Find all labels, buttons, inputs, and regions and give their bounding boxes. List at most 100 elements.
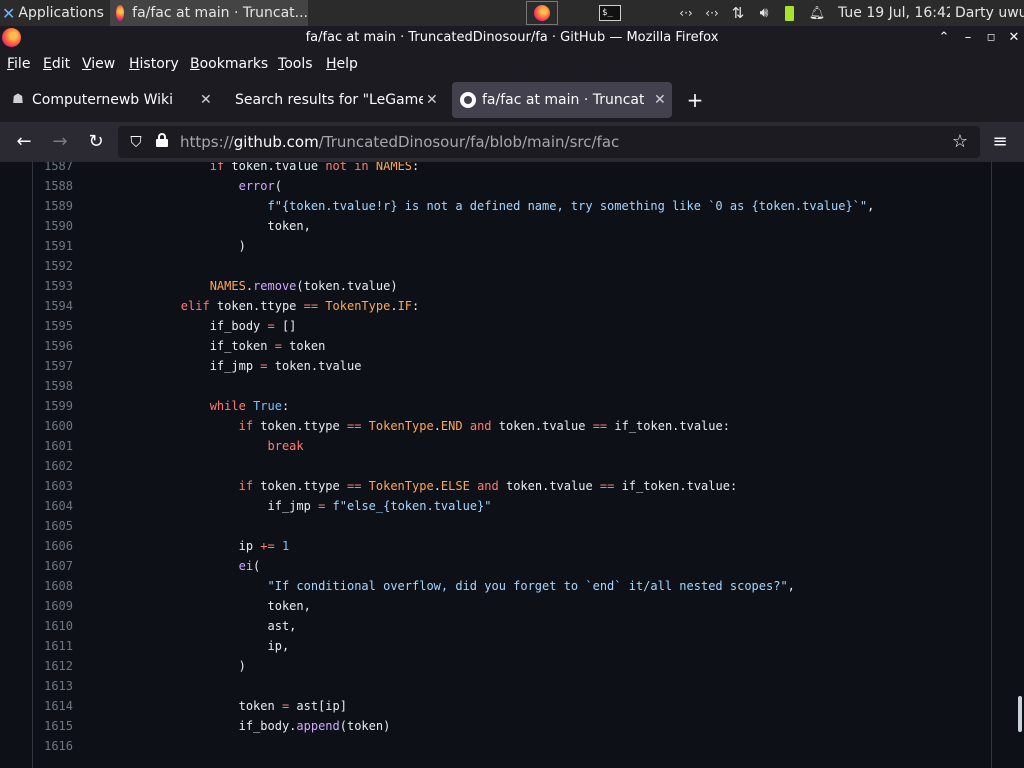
code-token: ast,	[123, 619, 297, 633]
wiki-icon: ☗	[12, 92, 24, 107]
line-number[interactable]: 1611	[33, 636, 73, 656]
user-menu[interactable]: Darty uwu	[955, 0, 1024, 26]
back-arrow-icon[interactable]: ←	[12, 130, 36, 154]
line-number[interactable]: 1593	[33, 276, 73, 296]
line-number[interactable]: 1596	[33, 336, 73, 356]
tab-close-icon[interactable]: ✕	[654, 82, 666, 118]
maximize-button[interactable]: ◻	[980, 26, 1002, 50]
line-number[interactable]: 1601	[33, 436, 73, 456]
code-token: and	[469, 419, 492, 433]
forward-arrow-icon[interactable]: →	[48, 130, 72, 154]
applications-menu[interactable]: ✕ Applications	[2, 0, 108, 26]
line-number[interactable]: 1588	[33, 176, 73, 196]
menu-tools[interactable]: Tools	[278, 50, 313, 78]
line-number[interactable]: 1606	[33, 536, 73, 556]
network-icon-2[interactable]: ‹·›	[702, 0, 722, 26]
line-number[interactable]: 1603	[33, 476, 73, 496]
new-tab-button[interactable]: +	[684, 88, 706, 112]
tab-close-icon[interactable]: ✕	[426, 82, 438, 118]
menu-file[interactable]: File	[7, 50, 30, 78]
workspace-firefox[interactable]	[526, 1, 558, 25]
line-number[interactable]: 1600	[33, 416, 73, 436]
tab-computernewb-wiki[interactable]: ☗ Computernewb Wiki ✕	[2, 82, 224, 118]
line-number[interactable]: 1589	[33, 196, 73, 216]
taskbar-window-title: fa/fac at main · Truncat...	[132, 5, 308, 21]
menu-help[interactable]: Help	[326, 50, 358, 78]
tab-close-icon[interactable]: ✕	[200, 82, 212, 118]
minimize-button[interactable]: –	[957, 26, 979, 50]
hamburger-menu-icon[interactable]: ≡	[988, 130, 1012, 154]
code-text: f"{token.tvalue!r} is not a defined name…	[123, 196, 875, 216]
line-number[interactable]: 1614	[33, 696, 73, 716]
window-collapse-button[interactable]: ⌃	[933, 26, 955, 50]
line-number[interactable]: 1591	[33, 236, 73, 256]
code-token: not in	[325, 162, 369, 173]
code-text: )	[123, 656, 246, 676]
line-number[interactable]: 1615	[33, 716, 73, 736]
line-number[interactable]: 1598	[33, 376, 73, 396]
url-host: github.com	[233, 133, 319, 151]
line-number[interactable]: 1610	[33, 616, 73, 636]
line-number[interactable]: 1607	[33, 556, 73, 576]
line-number[interactable]: 1592	[33, 256, 73, 276]
code-token: elif	[180, 299, 210, 313]
menu-history[interactable]: History	[129, 50, 179, 78]
notification-bell-icon[interactable]: 🔔︎	[808, 0, 826, 26]
line-number[interactable]: 1595	[33, 316, 73, 336]
code-token: TokenType	[325, 299, 391, 313]
line-number[interactable]: 1604	[33, 496, 73, 516]
menu-edit[interactable]: Edit	[43, 50, 70, 78]
menu-view[interactable]: View	[82, 50, 115, 78]
volume-icon[interactable]: 🔊︎	[754, 0, 774, 26]
taskbar-firefox-window[interactable]: fa/fac at main · Truncat...	[110, 0, 308, 26]
code-token: token.tvalue	[498, 479, 600, 493]
code-line: 1595 if_body = []	[33, 316, 991, 336]
url-path: /TruncatedDinosour/fa/blob/main/src/fac	[318, 133, 620, 151]
line-number[interactable]: 1599	[33, 396, 73, 416]
battery-icon[interactable]	[782, 0, 796, 26]
network-icon[interactable]: ‹·›	[676, 0, 696, 26]
line-number[interactable]: 1613	[33, 676, 73, 696]
code-token: ,	[787, 579, 795, 593]
workspace-terminal[interactable]: $_	[594, 0, 626, 26]
code-token: token.ttype	[253, 479, 347, 493]
code-token: if_body.	[123, 719, 297, 733]
clock[interactable]: Tue 19 Jul, 16:42	[838, 0, 950, 26]
line-number[interactable]: 1608	[33, 576, 73, 596]
code-token: and	[477, 479, 499, 493]
line-number[interactable]: 1612	[33, 656, 73, 676]
lock-icon[interactable]	[150, 130, 174, 154]
line-number[interactable]: 1616	[33, 736, 73, 756]
url-text[interactable]: https://github.com/TruncatedDinosour/fa/…	[180, 126, 619, 158]
bookmark-star-icon[interactable]: ☆	[948, 130, 972, 154]
line-number[interactable]: 1605	[33, 516, 73, 536]
menu-bookmarks[interactable]: Bookmarks	[190, 50, 268, 78]
close-button[interactable]: ✕	[1003, 26, 1024, 50]
code-token: (token.tvalue)	[296, 279, 398, 293]
line-number[interactable]: 1590	[33, 216, 73, 236]
reload-icon[interactable]: ↻	[84, 130, 108, 154]
line-number[interactable]: 1594	[33, 296, 73, 316]
code-token: .	[390, 299, 398, 313]
code-token: (token)	[339, 719, 391, 733]
tab-search-results[interactable]: Search results for "LeGamer ✕	[226, 82, 448, 118]
tab-github-fac[interactable]: fa/fac at main · Truncate ✕	[452, 82, 672, 118]
line-number[interactable]: 1587	[33, 162, 73, 176]
menu-bar: File Edit View History Bookmarks Tools H…	[0, 50, 1024, 78]
line-number[interactable]: 1609	[33, 596, 73, 616]
code-text: if token.ttype == TokenType.ELSE and tok…	[123, 476, 738, 496]
code-token: ast[ip]	[289, 699, 347, 713]
scrollbar-thumb[interactable]	[1018, 696, 1022, 732]
code-token: ip	[123, 539, 261, 553]
code-token: .	[433, 479, 441, 493]
url-bar[interactable]: ⛉ https://github.com/TruncatedDinosour/f…	[118, 126, 980, 158]
line-number[interactable]: 1597	[33, 356, 73, 376]
code-token: .	[245, 279, 254, 293]
shield-icon[interactable]: ⛉	[124, 130, 148, 154]
line-number[interactable]: 1602	[33, 456, 73, 476]
transfer-icon[interactable]: ⇅	[728, 0, 748, 26]
